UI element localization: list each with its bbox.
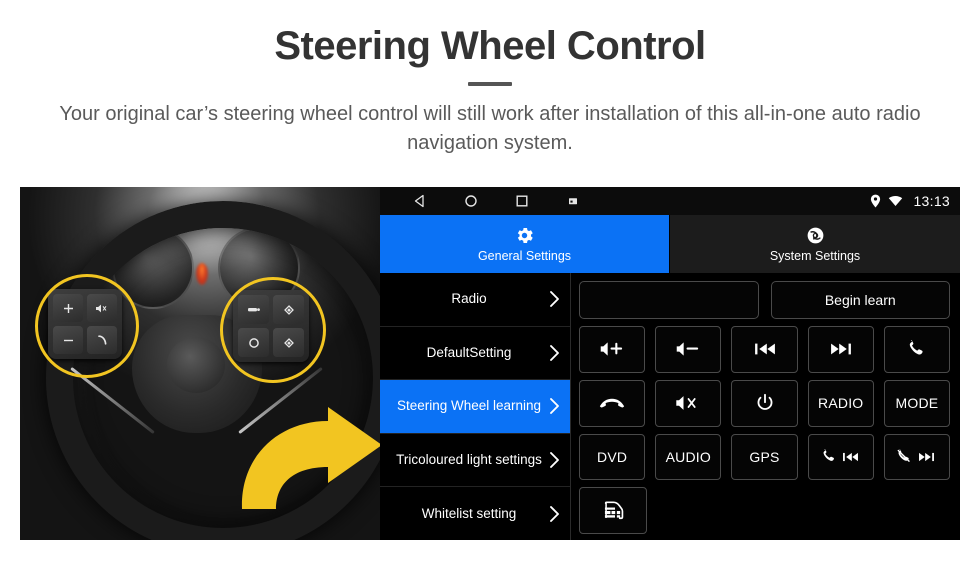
- settings-body: Radio DefaultSetting Steering Wheel lear…: [380, 273, 960, 540]
- key-row-1: [579, 326, 951, 373]
- audio-key[interactable]: AUDIO: [655, 433, 722, 481]
- status-indicators: 13:13: [870, 193, 950, 209]
- key-row-2: RADIO MODE: [579, 379, 951, 427]
- sidebar-item-whitelist-setting[interactable]: Whitelist setting: [380, 487, 570, 540]
- next-icon: [830, 343, 851, 355]
- power-key[interactable]: [731, 379, 798, 427]
- sidebar-item-steering-wheel-learning[interactable]: Steering Wheel learning: [380, 380, 570, 434]
- chevron-right-icon: [550, 452, 559, 469]
- gear-icon: [517, 227, 533, 244]
- tab-general-settings-label: General Settings: [477, 249, 572, 263]
- android-status-bar: 13:13: [380, 187, 960, 215]
- product-illustration-panel: 13:13 General Settings System Settings R…: [20, 187, 960, 540]
- car-icon: [604, 501, 624, 519]
- chevron-right-icon: [550, 291, 559, 308]
- key-row-4: [579, 487, 950, 534]
- settings-sidebar: Radio DefaultSetting Steering Wheel lear…: [380, 273, 571, 540]
- next-icon: [919, 452, 935, 461]
- car-info-key[interactable]: [579, 487, 647, 534]
- highlight-circle-right: [220, 277, 326, 383]
- phone-icon: [909, 340, 923, 355]
- phone-previous-icon: [822, 449, 860, 464]
- next-track-key[interactable]: [807, 326, 874, 373]
- answer-call-key[interactable]: [883, 326, 951, 373]
- title-divider: [468, 82, 512, 86]
- screenshot-icon[interactable]: [565, 193, 581, 209]
- settings-tab-bar: General Settings System Settings: [380, 215, 960, 273]
- mode-key[interactable]: MODE: [883, 379, 951, 427]
- tab-system-settings-label: System Settings: [769, 249, 861, 263]
- page-title: Steering Wheel Control: [274, 24, 706, 68]
- status-time: 13:13: [913, 193, 950, 209]
- page-subtitle: Your original car’s steering wheel contr…: [59, 103, 921, 154]
- radio-key[interactable]: RADIO: [807, 379, 874, 427]
- phonemute-next-icon: [897, 449, 936, 464]
- sidebar-item-defaultsetting[interactable]: DefaultSetting: [380, 327, 570, 381]
- previous-icon: [754, 343, 775, 355]
- previous-track-key[interactable]: [731, 326, 798, 373]
- mute-key[interactable]: [655, 379, 722, 427]
- location-pin-icon: [871, 194, 881, 208]
- learn-key-field[interactable]: [579, 281, 759, 319]
- volume-down-key[interactable]: [655, 326, 722, 373]
- volume-down-icon: [677, 342, 699, 356]
- sidebar-item-tricoloured-light-settings-label: Tricoloured light settings: [396, 451, 542, 467]
- hangup-icon: [599, 398, 625, 408]
- empty-slot-3: [808, 487, 874, 534]
- steering-wheel-photo: [20, 187, 380, 540]
- empty-slot-4: [884, 487, 950, 534]
- phone-mute-icon: [898, 449, 911, 463]
- sidebar-item-whitelist-setting-label: Whitelist setting: [421, 505, 517, 521]
- hang-up-key[interactable]: [579, 379, 646, 427]
- power-icon: [757, 394, 772, 410]
- tab-system-settings[interactable]: System Settings: [670, 215, 960, 273]
- mute-icon: [676, 396, 696, 410]
- highlight-circle-left: [35, 274, 139, 378]
- steering-wheel-learning-panel: Begin learn RADIO MODE DVD AUDIO GPS: [571, 273, 960, 540]
- chevron-right-icon: [550, 505, 559, 522]
- begin-learn-button[interactable]: Begin learn: [770, 281, 950, 319]
- sidebar-item-radio[interactable]: Radio: [380, 273, 570, 327]
- wifi-icon: [889, 195, 903, 206]
- steering-wheel-center: [167, 337, 225, 393]
- system-circle-icon: [807, 227, 823, 244]
- page-header: Steering Wheel Control Your original car…: [0, 0, 980, 158]
- back-icon[interactable]: [412, 193, 428, 209]
- callmute-next-key[interactable]: [883, 433, 951, 481]
- previous-icon: [842, 452, 858, 461]
- volume-up-icon: [600, 342, 623, 356]
- learn-controls-row: Begin learn: [579, 281, 950, 319]
- key-row-3: DVD AUDIO GPS: [579, 433, 951, 481]
- navigation-bar: [412, 193, 581, 209]
- dvd-key[interactable]: DVD: [579, 433, 646, 481]
- recents-icon[interactable]: [514, 193, 530, 209]
- sidebar-item-defaultsetting-label: DefaultSetting: [426, 344, 512, 360]
- chevron-right-icon: [550, 398, 559, 415]
- empty-slot-2: [733, 487, 799, 534]
- sidebar-item-radio-label: Radio: [451, 291, 487, 307]
- home-icon[interactable]: [463, 193, 479, 209]
- chevron-right-icon: [550, 344, 559, 361]
- volume-up-key[interactable]: [579, 326, 646, 373]
- gps-key[interactable]: GPS: [731, 433, 798, 481]
- call-previous-key[interactable]: [807, 433, 874, 481]
- tab-general-settings[interactable]: General Settings: [380, 215, 670, 273]
- sidebar-item-steering-wheel-learning-label: Steering Wheel learning: [396, 398, 542, 414]
- head-unit-screenshot: 13:13 General Settings System Settings R…: [380, 187, 960, 540]
- phone-icon: [823, 449, 834, 462]
- empty-slot-1: [657, 487, 723, 534]
- sidebar-item-tricoloured-light-settings[interactable]: Tricoloured light settings: [380, 434, 570, 488]
